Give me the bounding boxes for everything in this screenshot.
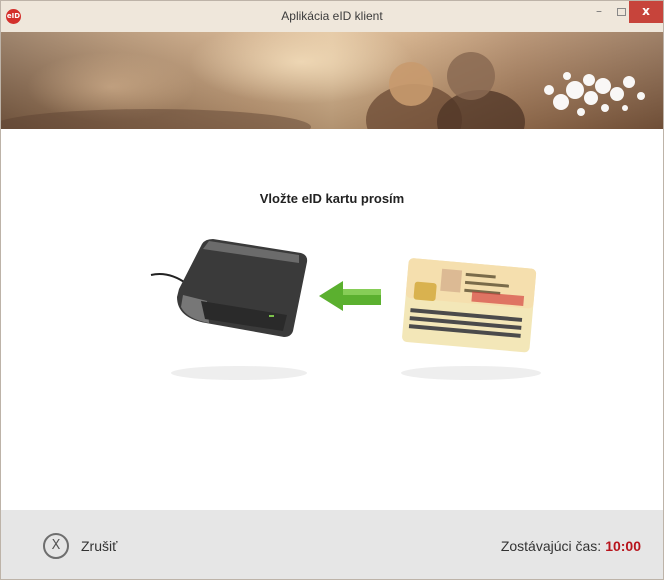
app-window: eID Aplikácia eID klient – x Vložte eID … [0,0,664,580]
cancel-x-icon[interactable]: X [43,533,69,559]
id-card-image [402,258,537,353]
insert-arrow-icon [319,281,381,311]
remaining-time-value: 10:00 [605,538,641,554]
insert-card-illustration [150,239,541,380]
remaining-time: Zostávajúci čas: 10:00 [501,538,641,554]
remaining-time-label: Zostávajúci čas: [500,538,602,554]
card-reader-image [150,239,308,380]
footer-bar: X Zrušiť Zostávajúci čas: 10:00 [1,510,663,579]
cancel-button[interactable]: Zrušiť [81,538,117,554]
